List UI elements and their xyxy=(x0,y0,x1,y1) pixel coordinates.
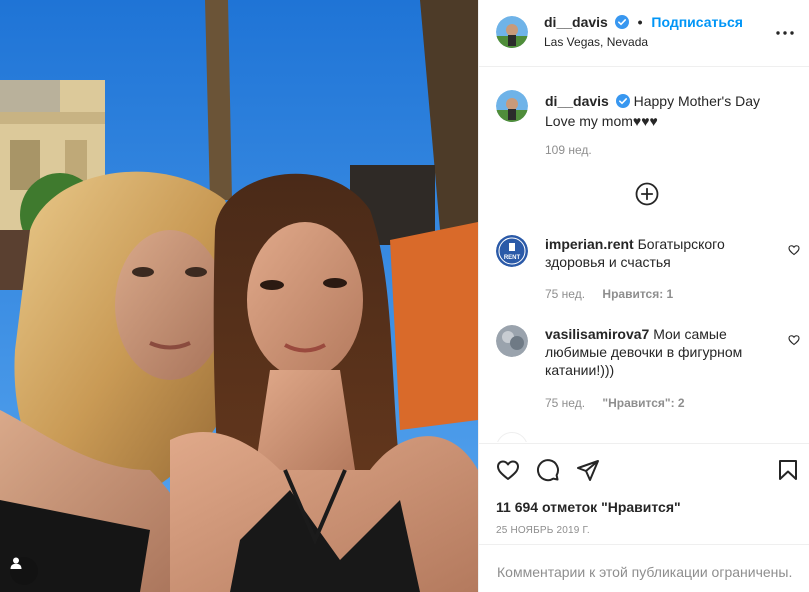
post-actions: 11 694 отметок "Нравится" 25 НОЯБРЬ 2019… xyxy=(479,443,809,592)
paper-plane-icon xyxy=(577,460,599,481)
comment-like-button[interactable] xyxy=(788,243,800,256)
commenter-avatar[interactable] xyxy=(496,325,528,357)
heart-icon xyxy=(788,335,800,346)
header-username-row: di__davis • Подписаться xyxy=(544,14,743,32)
commenter-avatar[interactable] xyxy=(496,432,528,442)
comments-list[interactable]: di__davis Happy Mother's Day Love my mom… xyxy=(479,68,809,442)
comment-text-row: vasilisamirova7 Мои самые любимые девочк… xyxy=(545,325,775,379)
avatar-image xyxy=(496,90,528,122)
comment-like-button[interactable] xyxy=(788,333,800,346)
svg-text:RENT: RENT xyxy=(504,255,521,261)
plus-circle-icon xyxy=(635,182,659,206)
follow-button[interactable]: Подписаться xyxy=(651,14,743,30)
comment-timestamp[interactable]: 75 нед. xyxy=(545,396,585,410)
share-button[interactable] xyxy=(576,458,600,482)
comment-meta: 75 нед. Нравится: 1 xyxy=(545,287,673,301)
comments-restricted-notice: Комментарии к этой публикации ограничены… xyxy=(479,544,809,592)
verified-badge-icon xyxy=(615,94,630,112)
like-count[interactable]: 11 694 отметок "Нравится" xyxy=(496,499,681,515)
comment-text-row: imperian.rent Богатырского здоровья и сч… xyxy=(545,235,775,271)
comment-timestamp[interactable]: 75 нед. xyxy=(545,287,585,301)
save-button[interactable] xyxy=(776,458,800,482)
comment-likes[interactable]: "Нравится": 2 xyxy=(602,396,684,410)
post-image xyxy=(0,0,478,592)
user-icon xyxy=(10,557,22,569)
commenter-avatar[interactable]: RENT xyxy=(496,235,528,267)
caption-username[interactable]: di__davis xyxy=(545,93,609,109)
avatar-image: RENT xyxy=(496,235,528,267)
author-username[interactable]: di__davis xyxy=(544,14,608,30)
caption-avatar[interactable] xyxy=(496,90,528,122)
post-date[interactable]: 25 НОЯБРЬ 2019 Г. xyxy=(496,525,590,536)
post-photo[interactable] xyxy=(0,0,478,592)
post-header: di__davis • Подписаться Las Vegas, Nevad… xyxy=(479,0,809,67)
caption-timestamp[interactable]: 109 нед. xyxy=(545,143,592,157)
verified-badge-icon xyxy=(614,15,629,32)
avatar-image xyxy=(496,16,528,48)
heart-icon xyxy=(788,245,800,256)
like-button[interactable] xyxy=(496,458,520,482)
tagged-users-button[interactable] xyxy=(10,557,38,585)
header-separator: • xyxy=(637,14,643,30)
comment-meta: 75 нед. "Нравится": 2 xyxy=(545,396,685,410)
comment-button[interactable] xyxy=(536,458,560,482)
author-avatar[interactable] xyxy=(496,16,528,48)
more-options-button[interactable] xyxy=(776,24,794,42)
comment-username[interactable]: vasilisamirova7 xyxy=(545,326,649,342)
caption-text-row: di__davis Happy Mother's Day Love my mom… xyxy=(545,92,785,130)
heart-icon xyxy=(497,460,519,480)
avatar-image xyxy=(496,325,528,357)
ellipsis-icon xyxy=(776,31,794,35)
comment-icon xyxy=(537,459,559,482)
load-more-comments-button[interactable] xyxy=(635,182,659,206)
comment-username[interactable]: imperian.rent xyxy=(545,236,634,252)
comment-likes[interactable]: Нравится: 1 xyxy=(602,287,673,301)
post-location[interactable]: Las Vegas, Nevada xyxy=(544,35,648,49)
bookmark-icon xyxy=(779,460,797,480)
post-sidebar: di__davis • Подписаться Las Vegas, Nevad… xyxy=(478,0,809,592)
